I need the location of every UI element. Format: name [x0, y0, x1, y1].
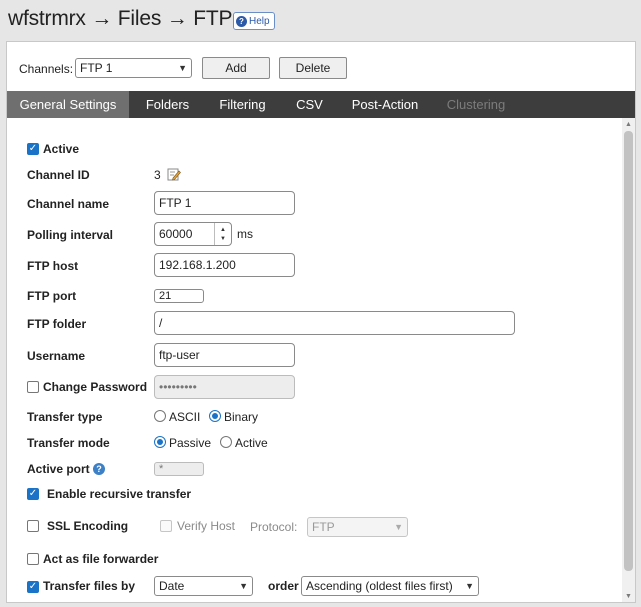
ftp-port-label: FTP port — [27, 289, 77, 303]
chevron-down-icon: ▼ — [465, 581, 474, 591]
general-settings-form: Active Channel ID 3 Channel name FTP 1 P… — [7, 118, 621, 602]
tab-bar: General Settings Folders Filtering CSV P… — [7, 91, 635, 118]
file-forwarder-label: Act as file forwarder — [43, 552, 159, 566]
tab-csv[interactable]: CSV — [279, 91, 340, 118]
transfer-type-ascii-label: ASCII — [169, 410, 201, 424]
order-label: order — [268, 579, 299, 593]
order-select[interactable]: Ascending (oldest files first) ▼ — [301, 576, 479, 596]
info-icon[interactable]: ? — [93, 463, 105, 475]
tab-post-action[interactable]: Post-Action — [340, 91, 430, 118]
chevron-down-icon: ▼ — [394, 522, 403, 532]
help-button[interactable]: ? Help — [233, 12, 275, 30]
active-port-input: * — [154, 462, 204, 476]
page-title: wfstrmrx → Files → FTP — [8, 7, 233, 30]
protocol-select-value: FTP — [312, 520, 335, 534]
channel-name-input[interactable]: FTP 1 — [154, 191, 295, 215]
delete-channel-button[interactable]: Delete — [279, 57, 347, 79]
polling-interval-label: Polling interval — [27, 228, 114, 242]
help-label: Help — [249, 15, 270, 27]
question-icon: ? — [236, 15, 247, 27]
scroll-up-icon[interactable]: ▲ — [622, 118, 635, 130]
title-bar: wfstrmrx → Files → FTP ? Help — [0, 0, 641, 40]
add-channel-button[interactable]: Add — [202, 57, 270, 79]
polling-interval-value: 60000 — [159, 227, 193, 241]
transfer-type-label: Transfer type — [27, 410, 103, 424]
order-value: Ascending (oldest files first) — [306, 579, 453, 593]
channel-toolbar: Channels: FTP 1 ▼ Add Delete — [7, 42, 635, 91]
transfer-mode-active-label: Active — [235, 436, 268, 450]
password-input: ••••••••• — [154, 375, 295, 399]
ftp-port-input[interactable]: 21 — [154, 289, 204, 303]
polling-interval-unit: ms — [237, 227, 253, 241]
transfer-type-binary-radio[interactable] — [209, 410, 221, 422]
channel-id-value: 3 — [154, 168, 161, 182]
protocol-label: Protocol: — [250, 520, 298, 534]
stepper-up-icon[interactable]: ▲ — [220, 227, 226, 233]
verify-host-checkbox — [160, 520, 172, 532]
username-label: Username — [27, 349, 86, 363]
transfer-type-binary-label: Binary — [224, 410, 259, 424]
tab-general-settings[interactable]: General Settings — [7, 91, 129, 118]
active-label: Active — [43, 142, 80, 156]
verify-host-label: Verify Host — [177, 519, 236, 533]
channel-name-label: Channel name — [27, 197, 110, 211]
tab-folders[interactable]: Folders — [129, 91, 206, 118]
active-checkbox[interactable] — [27, 143, 39, 155]
scroll-down-icon[interactable]: ▼ — [622, 590, 635, 602]
chevron-down-icon: ▼ — [178, 63, 187, 73]
ftp-host-label: FTP host — [27, 259, 79, 273]
transfer-files-by-label: Transfer files by — [43, 579, 136, 593]
transfer-by-select[interactable]: Date ▼ — [154, 576, 253, 596]
transfer-by-value: Date — [159, 579, 185, 593]
recursive-transfer-checkbox[interactable] — [27, 488, 39, 500]
transfer-mode-passive-label: Passive — [169, 436, 212, 450]
scrollbar-thumb[interactable] — [624, 131, 633, 571]
file-forwarder-checkbox[interactable] — [27, 553, 39, 565]
stepper-down-icon[interactable]: ▼ — [220, 236, 226, 242]
change-password-checkbox[interactable] — [27, 381, 39, 393]
active-port-label: Active port — [27, 462, 90, 476]
polling-interval-stepper[interactable]: ▲ ▼ — [214, 223, 231, 245]
transfer-mode-passive-radio[interactable] — [154, 436, 166, 448]
tab-clustering: Clustering — [446, 97, 506, 112]
tab-filtering[interactable]: Filtering — [206, 91, 279, 118]
ssl-encoding-checkbox[interactable] — [27, 520, 39, 532]
chevron-down-icon: ▼ — [239, 581, 248, 591]
main-panel: Channels: FTP 1 ▼ Add Delete General Set… — [6, 41, 636, 603]
channel-select-value: FTP 1 — [80, 61, 113, 75]
recursive-transfer-label: Enable recursive transfer — [47, 487, 192, 501]
protocol-select: FTP ▼ — [307, 517, 408, 537]
ftp-folder-label: FTP folder — [27, 317, 87, 331]
channel-id-label: Channel ID — [27, 168, 90, 182]
scrollbar[interactable]: ▲ ▼ — [622, 118, 635, 602]
change-password-label: Change Password — [43, 380, 148, 394]
channel-select[interactable]: FTP 1 ▼ — [75, 58, 192, 78]
transfer-mode-label: Transfer mode — [27, 436, 110, 450]
edit-icon[interactable] — [167, 167, 181, 181]
transfer-mode-active-radio[interactable] — [220, 436, 232, 448]
username-input[interactable]: ftp-user — [154, 343, 295, 367]
ftp-host-input[interactable]: 192.168.1.200 — [154, 253, 295, 277]
transfer-type-ascii-radio[interactable] — [154, 410, 166, 422]
transfer-files-by-checkbox[interactable] — [27, 581, 39, 593]
ftp-folder-input[interactable]: / — [154, 311, 515, 335]
ssl-encoding-label: SSL Encoding — [47, 519, 129, 533]
channels-label: Channels: — [19, 62, 74, 76]
